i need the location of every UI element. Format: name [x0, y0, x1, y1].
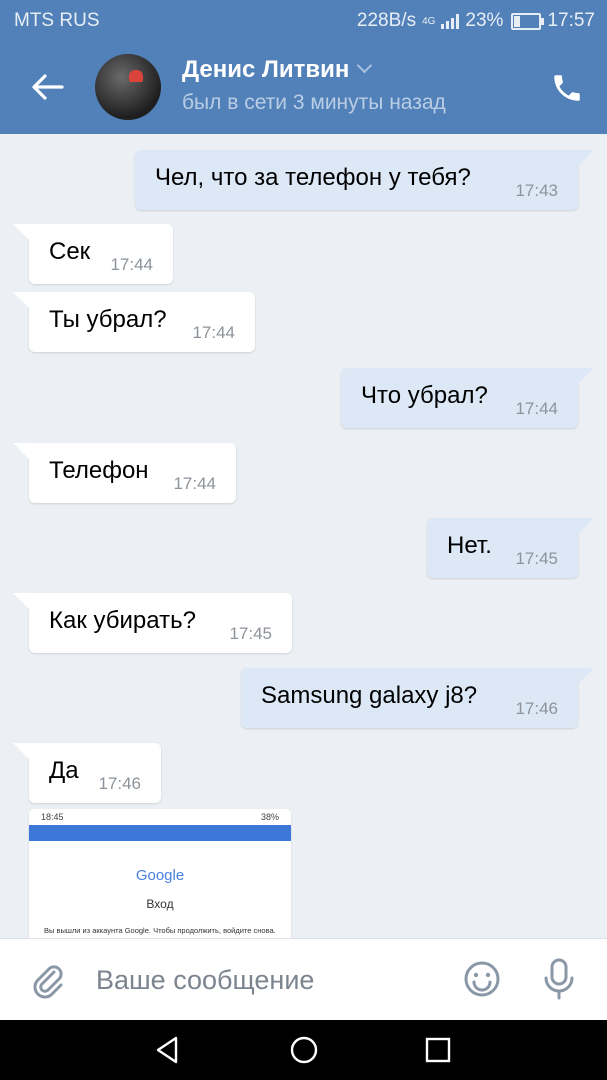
message-time: 17:44	[110, 255, 153, 274]
message-text: Телефон	[49, 457, 149, 484]
battery-icon	[511, 12, 545, 30]
phone-icon[interactable]	[550, 71, 584, 105]
smile-icon[interactable]	[463, 960, 501, 998]
message-time: 17:44	[192, 323, 235, 342]
message-incoming[interactable]: Сек 17:44	[13, 224, 173, 284]
system-navigation-bar	[0, 1020, 607, 1080]
network-speed: 228B/s	[356, 10, 417, 31]
attachment-blue-bar	[29, 825, 291, 841]
message-outgoing[interactable]: Нет. 17:45	[427, 518, 594, 578]
message-text: Чел, что за телефон у тебя?	[155, 164, 471, 191]
message-incoming[interactable]: Ты убрал? 17:44	[13, 292, 255, 352]
microphone-icon[interactable]	[541, 957, 577, 1001]
status-indicators: 228B/s 4G 23% 17:57	[357, 10, 595, 32]
avatar-heart	[129, 70, 143, 82]
message-incoming[interactable]: Как убирать? 17:45	[13, 593, 292, 653]
message-text: Да	[49, 757, 79, 784]
message-text: Что убрал?	[361, 382, 488, 409]
network-type: 4G	[422, 15, 436, 27]
message-composer: Ваше сообщение	[0, 938, 607, 1020]
message-outgoing[interactable]: Чел, что за телефон у тебя? 17:43	[135, 150, 594, 210]
message-time: 17:46	[98, 774, 141, 793]
message-outgoing[interactable]: Samsung galaxy j8? 17:46	[241, 668, 594, 728]
battery-percent: 23%	[465, 10, 504, 31]
clock: 17:57	[547, 10, 595, 31]
message-text: Нет.	[447, 532, 492, 559]
message-text: Сек	[49, 238, 91, 265]
back-arrow-icon[interactable]	[30, 72, 64, 102]
google-logo: Google	[135, 867, 185, 884]
battery-fill	[514, 15, 521, 27]
contact-name[interactable]: Денис Литвин	[182, 56, 373, 84]
message-incoming[interactable]: Да 17:46	[13, 743, 161, 803]
message-list[interactable]: Чел, что за телефон у тебя? 17:43 Сек 17…	[0, 134, 607, 938]
message-incoming[interactable]: Телефон 17:44	[13, 443, 236, 503]
message-time: 17:44	[515, 399, 558, 418]
presence-status: был в сети 3 минуты назад	[182, 91, 446, 114]
message-text: Samsung galaxy j8?	[261, 682, 478, 709]
attachment-title: Вход	[146, 897, 174, 911]
attachment-battery: 38%	[260, 812, 279, 822]
message-time: 17:45	[229, 624, 272, 643]
nav-back-icon[interactable]	[152, 1034, 184, 1066]
nav-recents-icon[interactable]	[422, 1034, 454, 1066]
chat-header: Денис Литвин был в сети 3 минуты назад	[0, 40, 607, 134]
message-outgoing[interactable]: Что убрал? 17:44	[341, 368, 594, 428]
attachment-status-bar: 18:45 38%	[29, 809, 291, 825]
status-bar: MTS RUS 228B/s 4G 23% 17:57	[0, 0, 607, 40]
attachment-note: Вы вышли из аккаунта Google. Чтобы продо…	[44, 926, 276, 935]
message-time: 17:45	[515, 549, 558, 568]
contact-name-text: Денис Литвин	[182, 56, 350, 83]
carrier-name: MTS RUS	[14, 10, 100, 31]
attachment-time: 18:45	[41, 812, 64, 822]
message-time: 17:43	[515, 181, 558, 200]
message-time: 17:44	[173, 474, 216, 493]
message-input[interactable]: Ваше сообщение	[96, 965, 314, 996]
image-attachment[interactable]: 18:45 38% Google Вход Вы вышли из аккаун…	[29, 809, 291, 938]
message-text: Ты убрал?	[49, 306, 167, 333]
avatar[interactable]	[95, 54, 161, 120]
chevron-down-icon[interactable]	[357, 57, 373, 74]
paperclip-icon[interactable]	[28, 959, 68, 999]
message-text: Как убирать?	[49, 607, 196, 634]
signal-icon	[441, 13, 460, 29]
message-time: 17:46	[515, 699, 558, 718]
nav-home-icon[interactable]	[288, 1034, 320, 1066]
